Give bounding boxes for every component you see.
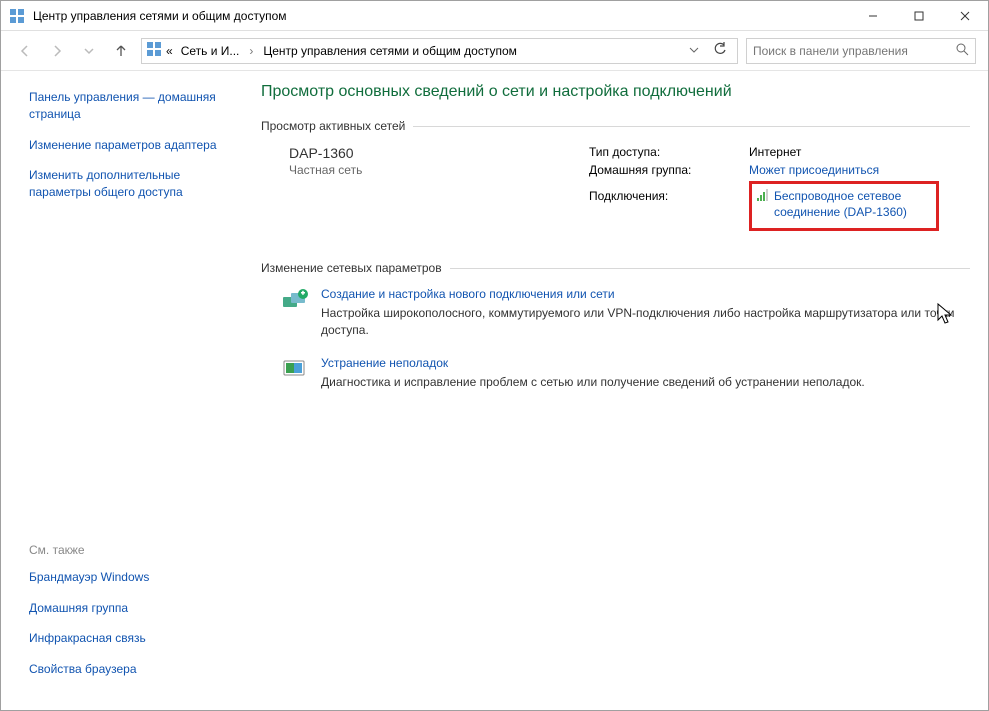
- connection-link[interactable]: Беспроводное сетевое соединение (DAP-136…: [774, 188, 930, 220]
- up-button[interactable]: [109, 39, 133, 63]
- window-title: Центр управления сетями и общим доступом: [33, 9, 850, 23]
- option-new-connection: Создание и настройка нового подключения …: [261, 287, 970, 337]
- sidebar-homegroup-link[interactable]: Домашняя группа: [29, 600, 231, 617]
- back-button[interactable]: [13, 39, 37, 63]
- access-type-label: Тип доступа:: [589, 145, 749, 159]
- sidebar-sharing-link[interactable]: Изменить дополнительные параметры общего…: [29, 167, 231, 201]
- new-connection-desc: Настройка широкополосного, коммутируемог…: [321, 305, 970, 337]
- access-type-value: Интернет: [749, 145, 970, 159]
- address-icon: [146, 41, 162, 60]
- connection-highlight-box: Беспроводное сетевое соединение (DAP-136…: [749, 181, 939, 231]
- address-bar[interactable]: « Сеть и И... Центр управления сетями и …: [141, 38, 738, 64]
- refresh-button[interactable]: [707, 42, 733, 59]
- address-dropdown[interactable]: [685, 44, 703, 58]
- connections-label: Подключения:: [589, 189, 749, 203]
- change-settings-header: Изменение сетевых параметров: [261, 261, 970, 275]
- search-input[interactable]: [753, 44, 943, 58]
- forward-button[interactable]: [45, 39, 69, 63]
- breadcrumb-item[interactable]: Центр управления сетями и общим доступом: [259, 42, 521, 60]
- troubleshoot-icon: [281, 356, 309, 384]
- sidebar-infrared-link[interactable]: Инфракрасная связь: [29, 630, 231, 647]
- breadcrumb-item[interactable]: Сеть и И...: [177, 42, 244, 60]
- minimize-button[interactable]: [850, 1, 896, 30]
- navigation-bar: « Сеть и И... Центр управления сетями и …: [1, 31, 988, 71]
- close-button[interactable]: [942, 1, 988, 30]
- troubleshoot-desc: Диагностика и исправление проблем с сеть…: [321, 374, 865, 390]
- active-networks-header: Просмотр активных сетей: [261, 119, 970, 133]
- main-content: Просмотр основных сведений о сети и наст…: [241, 71, 988, 710]
- option-troubleshoot: Устранение неполадок Диагностика и испра…: [261, 356, 970, 390]
- breadcrumb-separator: [247, 44, 255, 58]
- search-box[interactable]: [746, 38, 976, 64]
- sidebar-browser-link[interactable]: Свойства браузера: [29, 661, 231, 678]
- sidebar-adapter-link[interactable]: Изменение параметров адаптера: [29, 137, 231, 154]
- sidebar-firewall-link[interactable]: Брандмауэр Windows: [29, 569, 231, 586]
- see-also-label: См. также: [29, 543, 231, 557]
- homegroup-link[interactable]: Может присоединиться: [749, 163, 970, 177]
- new-connection-link[interactable]: Создание и настройка нового подключения …: [321, 287, 970, 301]
- sidebar: Панель управления — домашняя страница Из…: [1, 71, 241, 710]
- maximize-button[interactable]: [896, 1, 942, 30]
- new-connection-icon: [281, 287, 309, 315]
- network-type: Частная сеть: [289, 163, 549, 177]
- titlebar: Центр управления сетями и общим доступом: [1, 1, 988, 31]
- recent-button[interactable]: [77, 39, 101, 63]
- active-network-block: DAP-1360 Частная сеть Тип доступа: Интер…: [261, 145, 970, 231]
- wifi-signal-icon: [756, 188, 770, 202]
- troubleshoot-link[interactable]: Устранение неполадок: [321, 356, 865, 370]
- homegroup-label: Домашняя группа:: [589, 163, 749, 177]
- sidebar-home-link[interactable]: Панель управления — домашняя страница: [29, 89, 231, 123]
- search-icon: [955, 42, 969, 59]
- page-title: Просмотр основных сведений о сети и наст…: [261, 83, 970, 101]
- window-icon: [9, 8, 25, 24]
- network-name: DAP-1360: [289, 145, 549, 161]
